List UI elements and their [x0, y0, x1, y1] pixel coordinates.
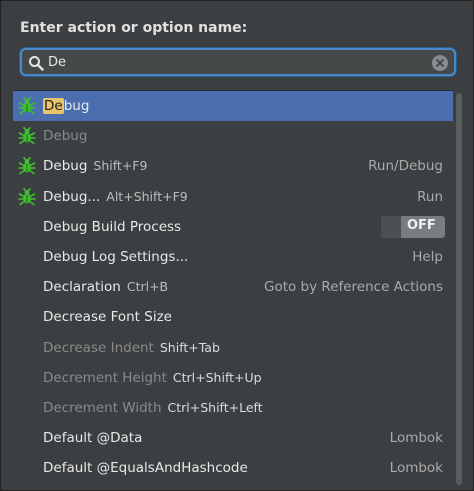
toggle-label: OFF	[407, 217, 436, 233]
action-row[interactable]: Debug Shift+F9 Run/Debug	[13, 151, 453, 181]
action-name: Debug Build Process	[43, 219, 181, 235]
action-label: Declaration	[43, 279, 121, 296]
toggle-switch[interactable]: OFF	[381, 215, 445, 238]
action-label: Default @EqualsAndHashcode	[43, 460, 248, 477]
action-name: Decrement Height Ctrl+Shift+Up	[43, 370, 262, 386]
shortcut-label: Ctrl+B	[126, 279, 169, 295]
action-name: Debug Log Settings...	[43, 249, 188, 265]
clear-icon[interactable]	[431, 54, 449, 72]
action-label: Debug...	[43, 188, 101, 205]
action-label: Decrease Font Size	[43, 309, 172, 326]
shortcut-label: Ctrl+Shift+Left	[167, 399, 263, 415]
results-scrollbar[interactable]	[455, 91, 463, 487]
bug-icon	[18, 97, 36, 115]
shortcut-label: Alt+Shift+F9	[106, 188, 188, 204]
action-group: Lombok	[389, 430, 443, 447]
action-name: Debug	[43, 98, 90, 115]
action-name: Debug... Alt+Shift+F9	[43, 189, 188, 205]
action-label: Decrease Indent	[43, 339, 154, 356]
toggle-knob	[381, 215, 401, 238]
shortcut-label: Shift+F9	[93, 158, 148, 174]
action-label: Decrement Height	[43, 369, 167, 386]
shortcut-label: Shift+Tab	[159, 339, 220, 355]
scrollbar-thumb[interactable]	[456, 93, 462, 485]
action-name: Default @EqualsAndHashcode	[43, 460, 248, 476]
action-label: bug	[63, 98, 90, 115]
action-name: Default @Data	[43, 430, 142, 446]
popup-title: Enter action or option name:	[20, 20, 248, 36]
action-row[interactable]: Debug... Alt+Shift+F9 Run	[13, 182, 453, 212]
search-field[interactable]	[20, 48, 456, 76]
action-group: Run/Debug	[368, 158, 443, 175]
action-label: Debug	[43, 128, 88, 145]
bug-icon	[18, 157, 36, 175]
action-name: Debug	[43, 128, 87, 144]
action-name: Decrease Indent Shift+Tab	[43, 340, 220, 356]
action-row[interactable]: Debug Log Settings... Help	[13, 242, 453, 272]
action-row[interactable]: Debug	[13, 121, 453, 151]
bug-icon	[18, 187, 36, 206]
action-name: Decrease Font Size	[43, 309, 172, 325]
bug-icon	[18, 127, 36, 145]
action-row[interactable]: Debug Build Process OFF	[13, 212, 453, 242]
search-icon	[29, 56, 44, 71]
action-group: Help	[412, 249, 443, 266]
action-row[interactable]: Decrement Height Ctrl+Shift+Up	[13, 363, 453, 393]
action-name: Declaration Ctrl+B	[43, 279, 168, 295]
action-row[interactable]: Decrease Font Size	[13, 302, 453, 332]
action-label: Debug	[43, 158, 88, 175]
action-group: Run	[417, 188, 443, 205]
action-row[interactable]: Declaration Ctrl+B Goto by Reference Actio…	[13, 272, 453, 302]
results-list: Debug Debug Debug Shift+F9 Run/Debug Debug...…	[13, 90, 453, 489]
action-label: Default @Data	[43, 430, 143, 447]
action-name: Decrement Width Ctrl+Shift+Left	[43, 400, 263, 416]
shortcut-label: Ctrl+Shift+Up	[172, 369, 262, 385]
action-group: Lombok	[389, 460, 443, 477]
action-group: Goto by Reference Actions	[263, 279, 443, 296]
action-label: Debug Log Settings...	[43, 249, 189, 266]
search-input[interactable]	[48, 53, 418, 71]
action-label: Debug Build Process	[43, 218, 182, 235]
action-row[interactable]: Default @Data Lombok	[13, 423, 453, 453]
action-row[interactable]: Default @EqualsAndHashcode Lombok	[13, 453, 453, 483]
find-action-popup: Enter action or option name: DebugDebugD…	[0, 0, 474, 491]
action-row[interactable]: Debug	[13, 91, 453, 122]
action-name: Debug Shift+F9	[43, 158, 147, 174]
action-row[interactable]: Decrease Indent Shift+Tab	[13, 333, 453, 363]
match-highlight: De	[43, 98, 64, 115]
action-row[interactable]: Decrement Width Ctrl+Shift+Left	[13, 393, 453, 423]
action-label: Decrement Width	[43, 399, 162, 416]
